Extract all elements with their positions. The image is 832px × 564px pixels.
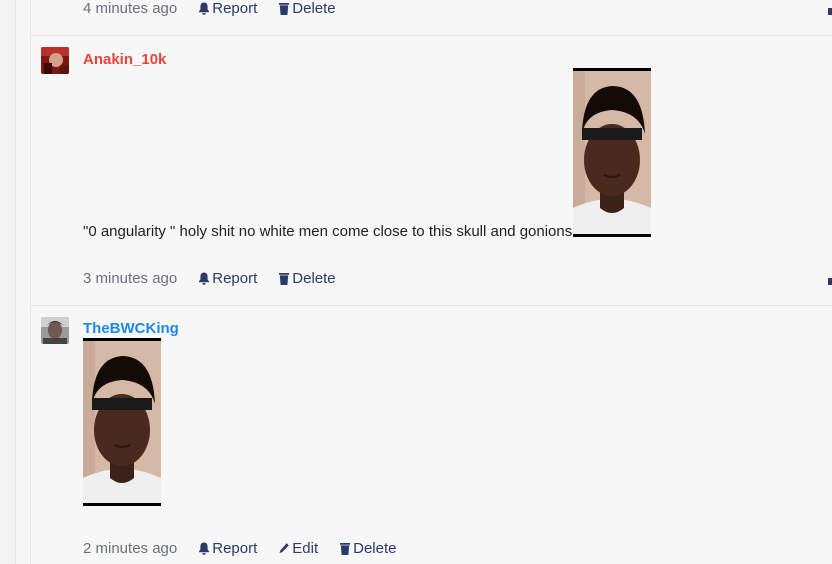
comment-divider xyxy=(31,305,832,306)
comment-meta: 2 minutes ago Report Edit Delete xyxy=(83,540,396,557)
avatar[interactable] xyxy=(41,47,69,74)
bell-icon xyxy=(199,2,210,15)
report-button[interactable]: Report xyxy=(198,270,257,287)
comment-feed: 4 minutes ago Report Delete Anakin_10k "… xyxy=(30,0,832,564)
delete-label: Delete xyxy=(353,540,397,557)
comment-meta: 3 minutes ago Report Delete xyxy=(83,270,336,287)
comment-image[interactable] xyxy=(573,68,651,237)
comment-meta: 4 minutes ago Report Delete xyxy=(83,0,336,17)
comment-time: 4 minutes ago xyxy=(83,0,178,17)
report-label: Report xyxy=(212,540,258,557)
trash-icon xyxy=(279,3,290,15)
bell-icon xyxy=(199,542,210,555)
comment-image[interactable] xyxy=(83,338,161,506)
report-label: Report xyxy=(212,0,258,17)
delete-button[interactable]: Delete xyxy=(339,540,396,557)
scroll-marker xyxy=(828,278,832,285)
report-button[interactable]: Report xyxy=(198,540,257,557)
report-button[interactable]: Report xyxy=(198,0,257,17)
pencil-icon xyxy=(279,543,290,553)
delete-button[interactable]: Delete xyxy=(278,270,336,287)
trash-icon xyxy=(279,273,290,285)
delete-label: Delete xyxy=(292,0,336,17)
left-rail xyxy=(0,0,16,564)
comment-text: "0 angularity " holy shit no white men c… xyxy=(83,223,573,240)
bell-icon xyxy=(199,272,210,285)
report-label: Report xyxy=(212,270,258,287)
username[interactable]: TheBWCKing xyxy=(83,320,179,337)
delete-button[interactable]: Delete xyxy=(278,0,336,17)
edit-button[interactable]: Edit xyxy=(278,540,318,557)
avatar[interactable] xyxy=(41,317,69,344)
delete-label: Delete xyxy=(292,270,336,287)
comment-time: 2 minutes ago xyxy=(83,540,178,557)
username[interactable]: Anakin_10k xyxy=(83,51,166,68)
comment-divider xyxy=(31,35,832,36)
edit-label: Edit xyxy=(292,540,319,557)
comment-time: 3 minutes ago xyxy=(83,270,178,287)
scroll-marker xyxy=(828,8,832,15)
trash-icon xyxy=(340,543,351,555)
